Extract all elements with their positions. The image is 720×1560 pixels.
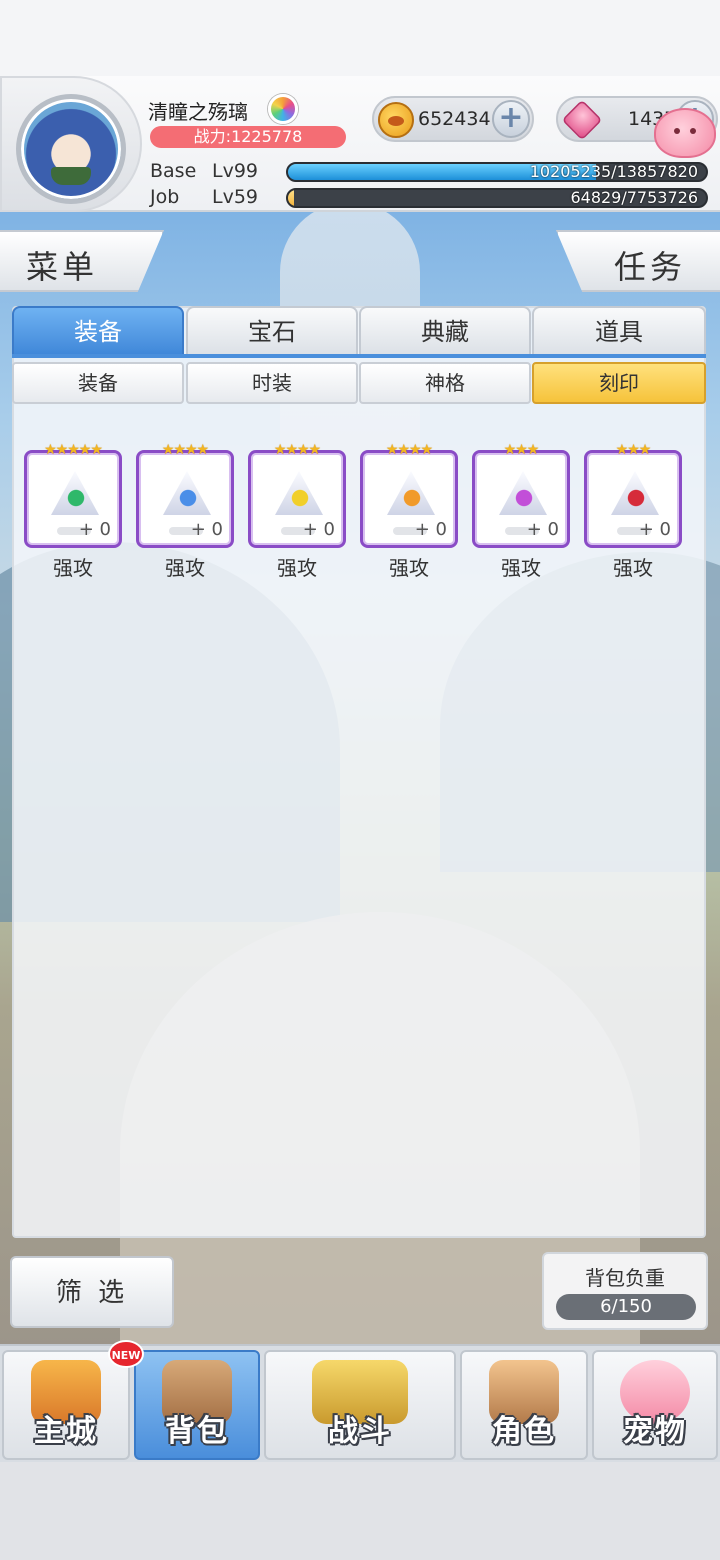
gold-value: 652434 xyxy=(418,108,491,130)
engraving-icon xyxy=(177,489,199,507)
player-header: 清瞳之殇璃 战力:1225778 652434 + 1437 + Base Lv… xyxy=(0,76,720,212)
item-plus-level: + 0 xyxy=(638,519,671,540)
bag-weight-value: 6/150 xyxy=(556,1294,696,1320)
inventory-subtabs: 装备 时装 神格 刻印 xyxy=(12,362,706,406)
bag-weight-panel: 背包负重 6/150 xyxy=(542,1252,708,1330)
engraving-item[interactable]: + 0 ★★★★ 强攻 xyxy=(248,442,346,582)
tab-underline xyxy=(12,354,706,358)
nav-main-city[interactable]: 主城 xyxy=(2,1350,130,1460)
item-plus-level: + 0 xyxy=(526,519,559,540)
gold-coin-icon xyxy=(378,102,414,138)
inventory-tabs: 装备 宝石 典藏 道具 xyxy=(12,306,706,358)
item-plus-level: + 0 xyxy=(414,519,447,540)
engraving-icon xyxy=(401,489,423,507)
item-card[interactable]: + 0 xyxy=(584,450,682,548)
nav-pet[interactable]: 宠物 xyxy=(592,1350,718,1460)
subtab-equipment[interactable]: 装备 xyxy=(12,362,184,404)
nav-character[interactable]: 角色 xyxy=(460,1350,588,1460)
player-name: 清瞳之殇璃 xyxy=(148,100,248,124)
task-label: 任务 xyxy=(614,248,687,286)
task-button[interactable]: 任务 xyxy=(556,230,720,292)
menu-button[interactable]: 菜单 xyxy=(0,230,164,292)
nav-backpack-label: 背包 xyxy=(165,1414,229,1449)
star-rating: ★★★★ xyxy=(385,442,433,458)
new-badge: NEW xyxy=(108,1340,144,1368)
nav-pet-label: 宠物 xyxy=(623,1414,687,1449)
item-card[interactable]: + 0 xyxy=(136,450,234,548)
add-gold-button[interactable]: + xyxy=(492,100,530,138)
engraving-item[interactable]: + 0 ★★★ 强攻 xyxy=(472,442,570,582)
base-label: Base xyxy=(150,160,197,182)
star-rating: ★★★★★ xyxy=(44,442,103,458)
item-name: 强攻 xyxy=(277,556,317,580)
item-card[interactable]: + 0 xyxy=(360,450,458,548)
engraving-icon xyxy=(513,489,535,507)
job-label: Job xyxy=(150,186,180,208)
item-card[interactable]: + 0 xyxy=(472,450,570,548)
base-level: Lv99 xyxy=(212,160,259,182)
tab-items[interactable]: 道具 xyxy=(532,306,706,356)
filter-button[interactable]: 筛 选 xyxy=(10,1256,174,1328)
engraving-item[interactable]: + 0 ★★★★★ 强攻 xyxy=(24,442,122,582)
nav-main-city-label: 主城 xyxy=(34,1414,98,1449)
engraving-icon xyxy=(65,489,87,507)
item-name: 强攻 xyxy=(389,556,429,580)
item-card[interactable]: + 0 xyxy=(24,450,122,548)
job-level: Lv59 xyxy=(212,186,259,208)
avatar-frame[interactable] xyxy=(0,76,142,212)
star-rating: ★★★★ xyxy=(273,442,321,458)
tab-collection[interactable]: 典藏 xyxy=(359,306,531,356)
tab-equipment[interactable]: 装备 xyxy=(12,306,184,356)
subtab-engraving[interactable]: 刻印 xyxy=(532,362,706,404)
bottom-nav: 主城 背包 战斗 角色 宠物 xyxy=(0,1344,720,1462)
star-rating: ★★★★ xyxy=(161,442,209,458)
menu-label: 菜单 xyxy=(26,248,99,286)
item-name: 强攻 xyxy=(501,556,541,580)
nav-battle[interactable]: 战斗 xyxy=(264,1350,456,1460)
star-rating: ★★★ xyxy=(615,442,652,458)
poring-pet-icon[interactable] xyxy=(654,108,716,158)
base-exp-bar: 10205235/13857820 xyxy=(286,162,708,182)
item-name: 强攻 xyxy=(53,556,93,580)
item-plus-level: + 0 xyxy=(302,519,335,540)
item-card[interactable]: + 0 xyxy=(248,450,346,548)
combat-power-bar: 战力:1225778 xyxy=(150,126,346,148)
subtab-fashion[interactable]: 时装 xyxy=(186,362,358,404)
engraving-icon xyxy=(289,489,311,507)
engraving-item[interactable]: + 0 ★★★ 强攻 xyxy=(584,442,682,582)
star-rating: ★★★ xyxy=(503,442,540,458)
engraving-icon xyxy=(625,489,647,507)
engraving-item[interactable]: + 0 ★★★★ 强攻 xyxy=(136,442,234,582)
item-plus-level: + 0 xyxy=(78,519,111,540)
gem-icon xyxy=(561,99,603,141)
nav-character-label: 角色 xyxy=(492,1414,556,1449)
job-exp-fill xyxy=(288,190,295,206)
item-name: 强攻 xyxy=(165,556,205,580)
item-name: 强攻 xyxy=(613,556,653,580)
job-exp-text: 64829/7753726 xyxy=(570,188,698,207)
nav-battle-label: 战斗 xyxy=(328,1414,392,1449)
nav-backpack[interactable]: 背包 xyxy=(134,1350,260,1460)
job-exp-bar: 64829/7753726 xyxy=(286,188,708,208)
item-plus-level: + 0 xyxy=(190,519,223,540)
subtab-divinity[interactable]: 神格 xyxy=(359,362,531,404)
tab-gems[interactable]: 宝石 xyxy=(186,306,358,356)
gold-currency: 652434 + xyxy=(372,96,534,142)
base-exp-text: 10205235/13857820 xyxy=(529,162,698,181)
engraving-item[interactable]: + 0 ★★★★ 强攻 xyxy=(360,442,458,582)
title-badge-icon[interactable] xyxy=(268,94,298,124)
status-bar-area xyxy=(0,0,720,76)
avatar[interactable] xyxy=(16,94,126,204)
bag-weight-title: 背包负重 xyxy=(585,1266,665,1290)
footer-blank xyxy=(0,1462,720,1560)
combat-power-text: 战力:1225778 xyxy=(193,127,303,146)
